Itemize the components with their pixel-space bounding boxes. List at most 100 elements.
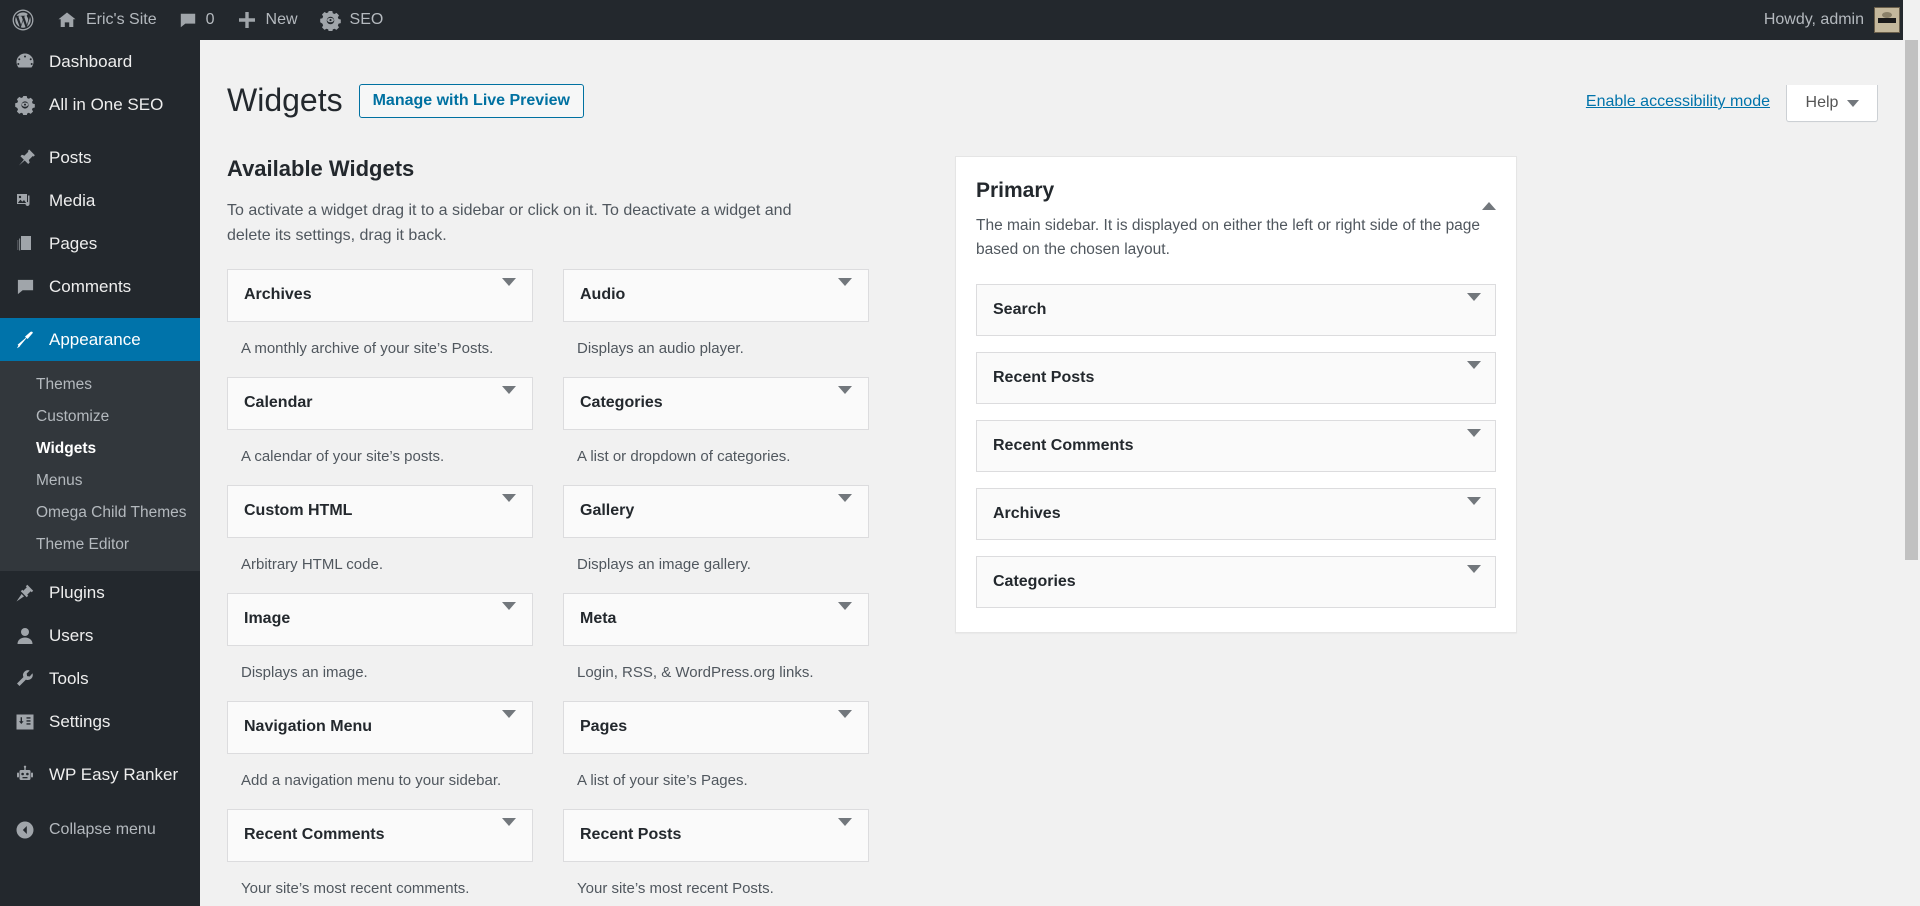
admin-sidebar-menu: Dashboard All in One SEO Posts Media Pag… xyxy=(0,40,200,906)
widget-cell: Navigation Menu Add a navigation menu to… xyxy=(227,700,533,805)
sidebar-item-comments[interactable]: Comments xyxy=(0,265,200,308)
avatar[interactable] xyxy=(1874,7,1900,33)
widget-title: Recent Posts xyxy=(580,826,682,844)
chevron-down-icon[interactable] xyxy=(838,386,852,412)
widget-description: A monthly archive of your site’s Posts. xyxy=(241,339,494,357)
widget-custom-html[interactable]: Custom HTML xyxy=(227,484,533,538)
sidebar-item-wp-easy-ranker[interactable]: WP Easy Ranker xyxy=(0,753,200,796)
sidebar-item-all-in-one-seo[interactable]: All in One SEO xyxy=(0,83,200,126)
media-icon xyxy=(10,191,40,211)
comments-count: 0 xyxy=(205,11,215,28)
chevron-down-icon[interactable] xyxy=(838,494,852,520)
sidebar-item-users[interactable]: Users xyxy=(0,614,200,657)
widget-title: Calendar xyxy=(244,394,313,412)
plus-icon xyxy=(237,10,257,30)
submenu-item-themes[interactable]: Themes xyxy=(0,369,200,401)
new-content-menu[interactable]: New xyxy=(226,0,309,40)
chevron-down-icon[interactable] xyxy=(838,710,852,736)
sidebar-item-posts[interactable]: Posts xyxy=(0,136,200,179)
chevron-down-icon[interactable] xyxy=(1467,496,1481,523)
chevron-up-icon[interactable] xyxy=(1482,184,1496,210)
seo-gear-icon xyxy=(319,10,341,31)
sidebar-item-label: Comments xyxy=(49,276,132,296)
user-icon xyxy=(10,626,40,646)
sidebar-item-pages[interactable]: Pages xyxy=(0,222,200,265)
enable-accessibility-mode-link[interactable]: Enable accessibility mode xyxy=(1586,93,1770,111)
submenu-item-omega-child-themes[interactable]: Omega Child Themes xyxy=(0,497,200,529)
howdy-label[interactable]: Howdy, admin xyxy=(1764,11,1864,29)
scrollbar-thumb[interactable] xyxy=(1905,40,1918,560)
chevron-down-icon[interactable] xyxy=(502,818,516,844)
sidebar-widget-categories[interactable]: Categories xyxy=(976,555,1496,608)
sidebar-item-dashboard[interactable]: Dashboard xyxy=(0,40,200,83)
sidebar-widget-recent-comments[interactable]: Recent Comments xyxy=(976,419,1496,472)
chevron-down-icon[interactable] xyxy=(1467,564,1481,591)
sidebar-item-appearance[interactable]: Appearance xyxy=(0,318,200,361)
sidebar-item-media[interactable]: Media xyxy=(0,179,200,222)
comments-menu[interactable]: 0 xyxy=(168,0,226,40)
submenu-item-menus[interactable]: Menus xyxy=(0,465,200,497)
submenu-item-customize[interactable]: Customize xyxy=(0,401,200,433)
widget-calendar[interactable]: Calendar xyxy=(227,376,533,430)
chevron-down-icon[interactable] xyxy=(502,386,516,412)
widget-description: Displays an audio player. xyxy=(577,339,744,357)
wp-logo-menu[interactable] xyxy=(0,0,46,40)
help-tab-button[interactable]: Help xyxy=(1786,85,1878,122)
widget-pages[interactable]: Pages xyxy=(563,700,869,754)
widget-title: Image xyxy=(244,610,291,628)
widget-title: Audio xyxy=(580,286,626,304)
widget-categories[interactable]: Categories xyxy=(563,376,869,430)
chevron-down-icon[interactable] xyxy=(502,710,516,736)
pin-icon xyxy=(10,148,40,168)
widget-navigation-menu[interactable]: Navigation Menu xyxy=(227,700,533,754)
menu-separator xyxy=(0,126,200,136)
site-name-label: Eric's Site xyxy=(86,11,157,28)
page-scrollbar[interactable] xyxy=(1903,0,1920,906)
primary-sidebar-panel: Primary The main sidebar. It is displaye… xyxy=(955,155,1517,633)
submenu-item-theme-editor[interactable]: Theme Editor xyxy=(0,529,200,561)
chevron-down-icon[interactable] xyxy=(838,278,852,304)
widget-description: Displays an image gallery. xyxy=(577,555,751,573)
collapse-menu-button[interactable]: Collapse menu xyxy=(0,808,200,851)
sidebar-widget-search[interactable]: Search xyxy=(976,283,1496,336)
chevron-down-icon[interactable] xyxy=(1467,360,1481,387)
submenu-item-widgets[interactable]: Widgets xyxy=(0,433,200,465)
widget-meta[interactable]: Meta xyxy=(563,592,869,646)
sidebar-item-tools[interactable]: Tools xyxy=(0,657,200,700)
chevron-down-icon[interactable] xyxy=(1467,428,1481,455)
widget-recent-comments[interactable]: Recent Comments xyxy=(227,808,533,862)
widget-description: Add a navigation menu to your sidebar. xyxy=(241,771,502,789)
seo-menu[interactable]: SEO xyxy=(309,0,395,40)
primary-sidebar-header: Primary xyxy=(976,177,1496,210)
widget-description: A list or dropdown of categories. xyxy=(577,447,791,465)
new-label: New xyxy=(265,11,298,28)
manage-with-live-preview-button[interactable]: Manage with Live Preview xyxy=(358,83,584,118)
widget-cell: Pages A list of your site’s Pages. xyxy=(563,700,869,805)
sidebar-widget-recent-posts[interactable]: Recent Posts xyxy=(976,351,1496,404)
chevron-down-icon[interactable] xyxy=(502,278,516,304)
widget-archives[interactable]: Archives xyxy=(227,268,533,322)
widget-title: Recent Comments xyxy=(993,436,1134,454)
appearance-submenu: Themes Customize Widgets Menus Omega Chi… xyxy=(0,361,200,571)
widget-audio[interactable]: Audio xyxy=(563,268,869,322)
widget-cell: Audio Displays an audio player. xyxy=(563,268,869,373)
widget-gallery[interactable]: Gallery xyxy=(563,484,869,538)
home-icon xyxy=(57,10,77,30)
sidebar-item-plugins[interactable]: Plugins xyxy=(0,571,200,614)
chevron-down-icon[interactable] xyxy=(838,818,852,844)
widget-image[interactable]: Image xyxy=(227,592,533,646)
widget-recent-posts[interactable]: Recent Posts xyxy=(563,808,869,862)
sidebar-widget-archives[interactable]: Archives xyxy=(976,487,1496,540)
chevron-down-icon[interactable] xyxy=(502,602,516,628)
widget-title: Meta xyxy=(580,610,617,628)
widget-description: Your site’s most recent comments. xyxy=(241,879,470,897)
page-title: Widgets xyxy=(227,82,343,118)
sidebar-item-settings[interactable]: Settings xyxy=(0,700,200,743)
site-name-menu[interactable]: Eric's Site xyxy=(46,0,168,40)
paintbrush-icon xyxy=(10,330,40,350)
chevron-down-icon[interactable] xyxy=(502,494,516,520)
chevron-down-icon[interactable] xyxy=(1467,292,1481,319)
available-widgets-panel: Available Widgets To activate a widget d… xyxy=(227,156,889,906)
chevron-down-icon[interactable] xyxy=(838,602,852,628)
sidebar-item-label: Users xyxy=(49,625,94,645)
